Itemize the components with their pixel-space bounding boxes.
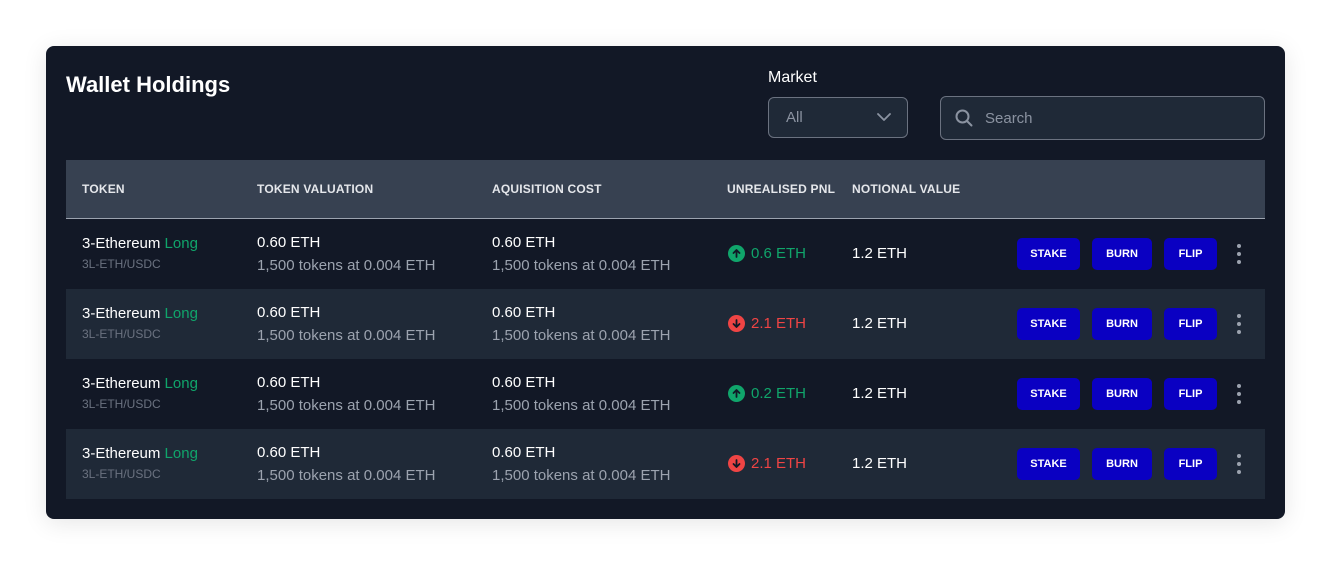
pnl-cell: 0.6 ETH	[728, 245, 806, 262]
valuation-detail: 1,500 tokens at 0.004 ETH	[257, 257, 436, 274]
token-side: Long	[164, 375, 198, 392]
valuation-amount: 0.60 ETH	[257, 444, 321, 461]
cost-cell: 0.60 ETH 1,500 tokens at 0.004 ETH	[492, 444, 670, 484]
valuation-cell: 0.60 ETH 1,500 tokens at 0.004 ETH	[257, 234, 435, 274]
arrow-up-icon	[728, 385, 745, 402]
stake-button[interactable]: STAKE	[1017, 238, 1080, 270]
stake-button[interactable]: STAKE	[1017, 448, 1080, 480]
table-row: 3-Ethereum Long 3L-ETH/USDC 0.60 ETH 1,5…	[66, 429, 1265, 499]
chevron-down-icon	[877, 113, 891, 121]
stake-button[interactable]: STAKE	[1017, 308, 1080, 340]
search-icon	[955, 109, 973, 127]
arrow-up-icon	[728, 245, 745, 262]
flip-button[interactable]: FLIP	[1164, 448, 1217, 480]
valuation-amount: 0.60 ETH	[257, 234, 321, 251]
cost-cell: 0.60 ETH 1,500 tokens at 0.004 ETH	[492, 304, 670, 344]
burn-button[interactable]: BURN	[1092, 448, 1152, 480]
burn-button[interactable]: BURN	[1092, 238, 1152, 270]
table-header: TOKEN TOKEN VALUATION AQUISITION COST UN…	[66, 160, 1265, 219]
token-name: 3-Ethereum	[82, 375, 161, 392]
pnl-value: 0.2 ETH	[751, 385, 807, 402]
valuation-detail: 1,500 tokens at 0.004 ETH	[257, 327, 436, 344]
valuation-cell: 0.60 ETH 1,500 tokens at 0.004 ETH	[257, 374, 435, 414]
flip-button[interactable]: FLIP	[1164, 308, 1217, 340]
notional-value: 1.2 ETH	[852, 245, 908, 262]
token-pair: 3L-ETH/USDC	[82, 327, 161, 341]
token-pair: 3L-ETH/USDC	[82, 257, 161, 271]
column-header-unrealised-pnl: UNREALISED PNL	[727, 182, 836, 196]
pnl-cell: 0.2 ETH	[728, 385, 806, 402]
page-title: Wallet Holdings	[66, 72, 231, 97]
column-header-aquisition-cost: AQUISITION COST	[492, 182, 602, 196]
pnl-value: 2.1 ETH	[751, 455, 807, 472]
table-row: 3-Ethereum Long 3L-ETH/USDC 0.60 ETH 1,5…	[66, 289, 1265, 359]
token-name: 3-Ethereum	[82, 305, 161, 322]
token-cell: 3-Ethereum Long 3L-ETH/USDC	[82, 445, 198, 481]
token-name: 3-Ethereum	[82, 235, 161, 252]
market-filter-label: Market	[768, 69, 817, 86]
arrow-down-icon	[728, 315, 745, 332]
cost-detail: 1,500 tokens at 0.004 ETH	[492, 257, 671, 274]
table-body: 3-Ethereum Long 3L-ETH/USDC 0.60 ETH 1,5…	[66, 219, 1265, 499]
flip-button[interactable]: FLIP	[1164, 238, 1217, 270]
valuation-cell: 0.60 ETH 1,500 tokens at 0.004 ETH	[257, 444, 435, 484]
column-header-token: TOKEN	[82, 182, 125, 196]
cost-detail: 1,500 tokens at 0.004 ETH	[492, 327, 671, 344]
pnl-cell: 2.1 ETH	[728, 455, 806, 472]
arrow-down-icon	[728, 455, 745, 472]
valuation-cell: 0.60 ETH 1,500 tokens at 0.004 ETH	[257, 304, 435, 344]
cost-cell: 0.60 ETH 1,500 tokens at 0.004 ETH	[492, 234, 670, 274]
wallet-holdings-card: Wallet Holdings Market All TOKEN TOKEN V…	[46, 46, 1285, 519]
more-options-icon[interactable]	[1230, 314, 1248, 334]
pnl-value: 0.6 ETH	[751, 245, 807, 262]
search-input[interactable]	[983, 108, 1247, 128]
cost-amount: 0.60 ETH	[492, 444, 556, 461]
valuation-amount: 0.60 ETH	[257, 304, 321, 321]
notional-value: 1.2 ETH	[852, 385, 908, 402]
holdings-table: TOKEN TOKEN VALUATION AQUISITION COST UN…	[66, 160, 1265, 499]
more-options-icon[interactable]	[1230, 244, 1248, 264]
notional-value: 1.2 ETH	[852, 455, 908, 472]
token-name: 3-Ethereum	[82, 445, 161, 462]
column-header-notional-value: NOTIONAL VALUE	[852, 182, 961, 196]
notional-value: 1.2 ETH	[852, 315, 908, 332]
valuation-detail: 1,500 tokens at 0.004 ETH	[257, 397, 436, 414]
cost-cell: 0.60 ETH 1,500 tokens at 0.004 ETH	[492, 374, 670, 414]
pnl-cell: 2.1 ETH	[728, 315, 806, 332]
token-pair: 3L-ETH/USDC	[82, 467, 161, 481]
valuation-detail: 1,500 tokens at 0.004 ETH	[257, 467, 436, 484]
table-row: 3-Ethereum Long 3L-ETH/USDC 0.60 ETH 1,5…	[66, 219, 1265, 289]
token-cell: 3-Ethereum Long 3L-ETH/USDC	[82, 305, 198, 341]
token-side: Long	[164, 445, 198, 462]
token-cell: 3-Ethereum Long 3L-ETH/USDC	[82, 375, 198, 411]
more-options-icon[interactable]	[1230, 454, 1248, 474]
search-box[interactable]	[940, 96, 1265, 140]
burn-button[interactable]: BURN	[1092, 378, 1152, 410]
stake-button[interactable]: STAKE	[1017, 378, 1080, 410]
token-cell: 3-Ethereum Long 3L-ETH/USDC	[82, 235, 198, 271]
burn-button[interactable]: BURN	[1092, 308, 1152, 340]
cost-amount: 0.60 ETH	[492, 374, 556, 391]
token-pair: 3L-ETH/USDC	[82, 397, 161, 411]
market-filter-value: All	[786, 109, 803, 126]
market-filter-select[interactable]: All	[768, 97, 908, 138]
flip-button[interactable]: FLIP	[1164, 378, 1217, 410]
pnl-value: 2.1 ETH	[751, 315, 807, 332]
valuation-amount: 0.60 ETH	[257, 374, 321, 391]
table-row: 3-Ethereum Long 3L-ETH/USDC 0.60 ETH 1,5…	[66, 359, 1265, 429]
cost-amount: 0.60 ETH	[492, 234, 556, 251]
cost-amount: 0.60 ETH	[492, 304, 556, 321]
column-header-token-valuation: TOKEN VALUATION	[257, 182, 374, 196]
more-options-icon[interactable]	[1230, 384, 1248, 404]
cost-detail: 1,500 tokens at 0.004 ETH	[492, 467, 671, 484]
cost-detail: 1,500 tokens at 0.004 ETH	[492, 397, 671, 414]
token-side: Long	[164, 235, 198, 252]
token-side: Long	[164, 305, 198, 322]
